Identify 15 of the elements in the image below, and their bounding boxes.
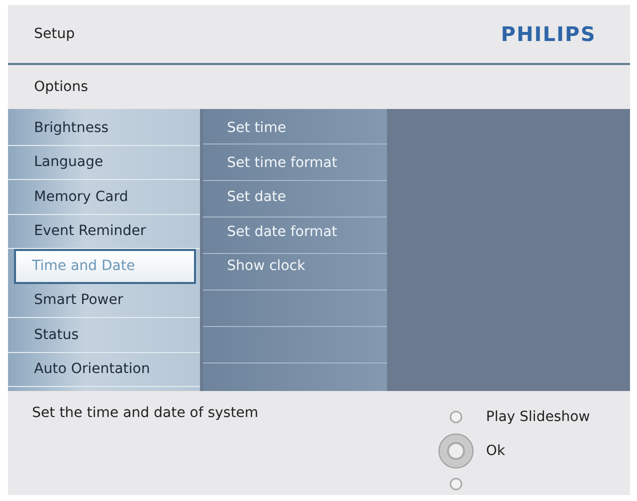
- brand-logo: PHILIPS: [500, 22, 596, 46]
- section-title: Options: [34, 79, 88, 95]
- menu-item[interactable]: Memory Card: [8, 180, 200, 214]
- menu-item[interactable]: Smart Power: [8, 284, 200, 318]
- screen-title: Setup: [34, 26, 75, 42]
- key-hint: Play Slideshow: [486, 409, 590, 425]
- ok-key-icon: [438, 433, 474, 469]
- menu-item[interactable]: Brightness: [8, 111, 200, 146]
- key-hint: Ok: [486, 443, 506, 459]
- menu-item[interactable]: Auto Orientation: [8, 352, 200, 387]
- help-text: Set the time and date of system: [32, 405, 258, 423]
- menu-item[interactable]: Language: [8, 146, 200, 180]
- menu-item[interactable]: Status: [8, 318, 200, 352]
- up-key-icon: [449, 410, 463, 424]
- down-key-icon: [449, 477, 463, 491]
